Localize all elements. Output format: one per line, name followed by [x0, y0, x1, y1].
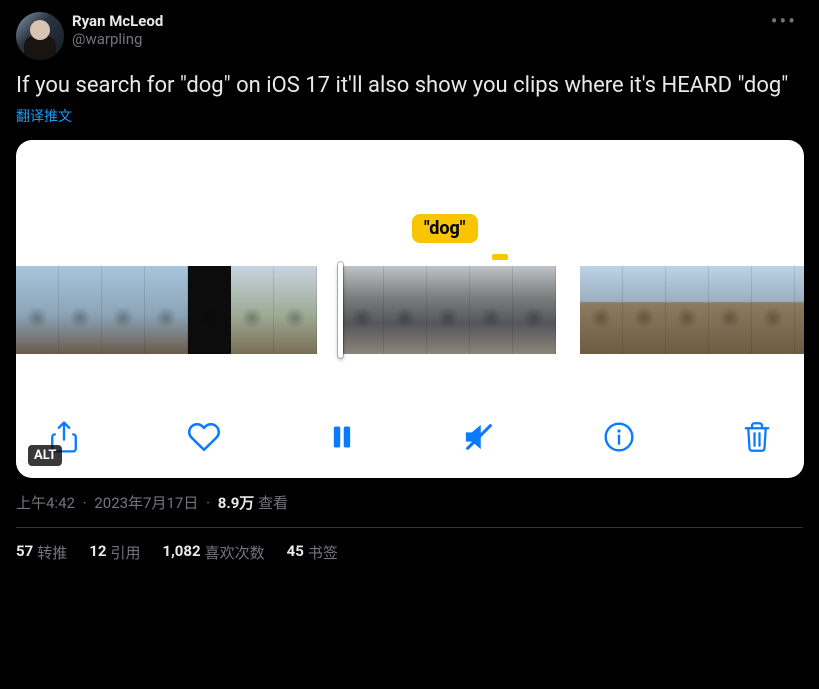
views-label: 查看: [258, 494, 288, 512]
tweet-stats: 57 转推 12 引用 1,082 喜欢次数 45 书签: [16, 528, 803, 571]
likes-stat[interactable]: 1,082 喜欢次数: [162, 542, 264, 563]
likes-count: 1,082: [162, 542, 200, 563]
search-hit-marker: [492, 254, 508, 260]
more-icon[interactable]: •••: [765, 12, 803, 30]
meta-separator: ·: [206, 494, 210, 512]
timeline-frame: [102, 266, 145, 354]
timeline-frame: [470, 266, 513, 354]
likes-label: 喜欢次数: [205, 542, 265, 563]
scrubber-handle[interactable]: [338, 262, 343, 358]
timeline-frame: [427, 266, 470, 354]
clip-group: [580, 266, 804, 354]
quotes-label: 引用: [110, 542, 140, 563]
video-timeline[interactable]: [16, 266, 804, 354]
tweet-text: If you search for "dog" on iOS 17 it'll …: [16, 72, 803, 100]
timeline-frame: [274, 266, 317, 354]
retweets-stat[interactable]: 57 转推: [16, 542, 67, 563]
timeline-frame: [709, 266, 752, 354]
avatar[interactable]: [16, 12, 64, 60]
info-icon[interactable]: [603, 421, 635, 453]
pause-icon[interactable]: [328, 421, 356, 453]
search-term-badge: "dog": [412, 214, 478, 243]
heart-icon[interactable]: [187, 420, 221, 454]
timeline-frame: [580, 266, 623, 354]
timeline-frame: [341, 266, 384, 354]
clip-group: [16, 266, 317, 354]
timeline-frame: [623, 266, 666, 354]
quotes-count: 12: [89, 542, 106, 563]
retweets-count: 57: [16, 542, 33, 563]
tweet-time[interactable]: 上午4:42: [16, 494, 75, 512]
retweets-label: 转推: [37, 542, 67, 563]
bookmarks-count: 45: [287, 542, 304, 563]
timeline-frame: [795, 266, 804, 354]
tweet-container: Ryan McLeod @warpling ••• If you search …: [0, 0, 819, 583]
timeline-frame: [59, 266, 102, 354]
timeline-frame: [752, 266, 795, 354]
timeline-frame: [188, 266, 231, 354]
tweet-meta: 上午4:42 · 2023年7月17日 · 8.9万 查看: [16, 492, 803, 528]
tweet-header: Ryan McLeod @warpling •••: [16, 12, 803, 60]
tweet-media[interactable]: "dog": [16, 140, 804, 478]
bookmarks-label: 书签: [308, 542, 338, 563]
display-name[interactable]: Ryan McLeod: [72, 12, 757, 30]
alt-badge[interactable]: ALT: [28, 445, 62, 466]
views-count[interactable]: 8.9万: [218, 494, 255, 512]
timeline-frame: [231, 266, 274, 354]
timeline-frame: [384, 266, 427, 354]
timeline-frame: [16, 266, 59, 354]
user-handle[interactable]: @warpling: [72, 30, 757, 48]
timeline-frame: [666, 266, 709, 354]
clip-group: [341, 266, 556, 354]
trash-icon[interactable]: [742, 420, 772, 454]
tweet-date[interactable]: 2023年7月17日: [94, 494, 198, 512]
media-toolbar: [48, 420, 772, 454]
user-block: Ryan McLeod @warpling: [72, 12, 757, 48]
meta-separator: ·: [83, 494, 87, 512]
timeline-frame: [513, 266, 556, 354]
translate-link[interactable]: 翻译推文: [16, 106, 72, 126]
bookmarks-stat[interactable]: 45 书签: [287, 542, 338, 563]
mute-icon[interactable]: [462, 420, 496, 454]
quotes-stat[interactable]: 12 引用: [89, 542, 140, 563]
timeline-frame: [145, 266, 188, 354]
